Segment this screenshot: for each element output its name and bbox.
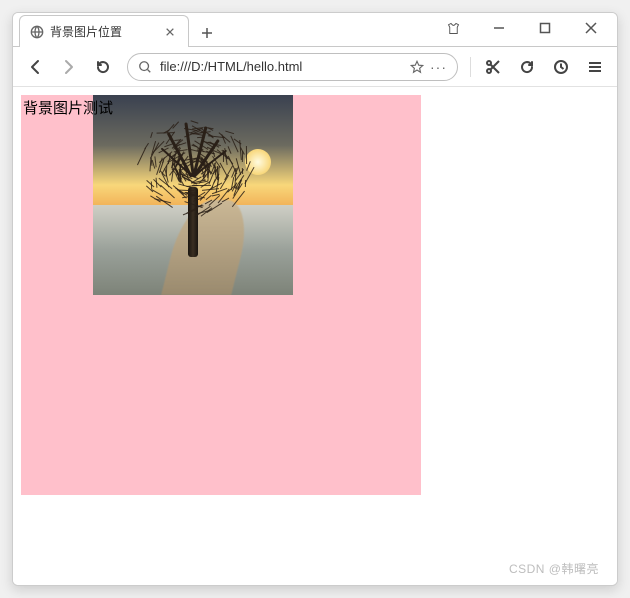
tab-active[interactable]: 背景图片位置 <box>19 15 189 47</box>
url-text: file:///D:/HTML/hello.html <box>160 59 402 74</box>
tab-strip: 背景图片位置 <box>13 13 617 47</box>
address-bar: file:///D:/HTML/hello.html ··· <box>13 47 617 87</box>
browser-window: 背景图片位置 file:///D:/HTML/hello.html ··· <box>12 12 618 586</box>
scissors-button[interactable] <box>479 53 507 81</box>
test-box: 背景图片测试 /* twigs generated below */ <box>21 95 421 495</box>
watermark: CSDN @韩曙亮 <box>509 560 599 577</box>
url-field[interactable]: file:///D:/HTML/hello.html ··· <box>127 53 458 81</box>
tab-title: 背景图片位置 <box>50 23 156 40</box>
search-icon <box>138 60 152 74</box>
more-actions-icon[interactable]: ··· <box>430 59 447 75</box>
tab-close-button[interactable] <box>162 24 178 40</box>
box-label: 背景图片测试 <box>23 97 113 118</box>
page-content: 背景图片测试 /* twigs generated below */ <box>13 87 617 585</box>
separator <box>470 57 471 77</box>
new-tab-button[interactable] <box>193 19 221 47</box>
globe-icon <box>30 25 44 39</box>
forward-button[interactable] <box>55 53 83 81</box>
undo-button[interactable] <box>513 53 541 81</box>
back-button[interactable] <box>21 53 49 81</box>
background-image: /* twigs generated below */ <box>93 95 293 295</box>
clock-button[interactable] <box>547 53 575 81</box>
menu-button[interactable] <box>581 53 609 81</box>
star-icon[interactable] <box>410 60 424 74</box>
reload-button[interactable] <box>89 53 117 81</box>
